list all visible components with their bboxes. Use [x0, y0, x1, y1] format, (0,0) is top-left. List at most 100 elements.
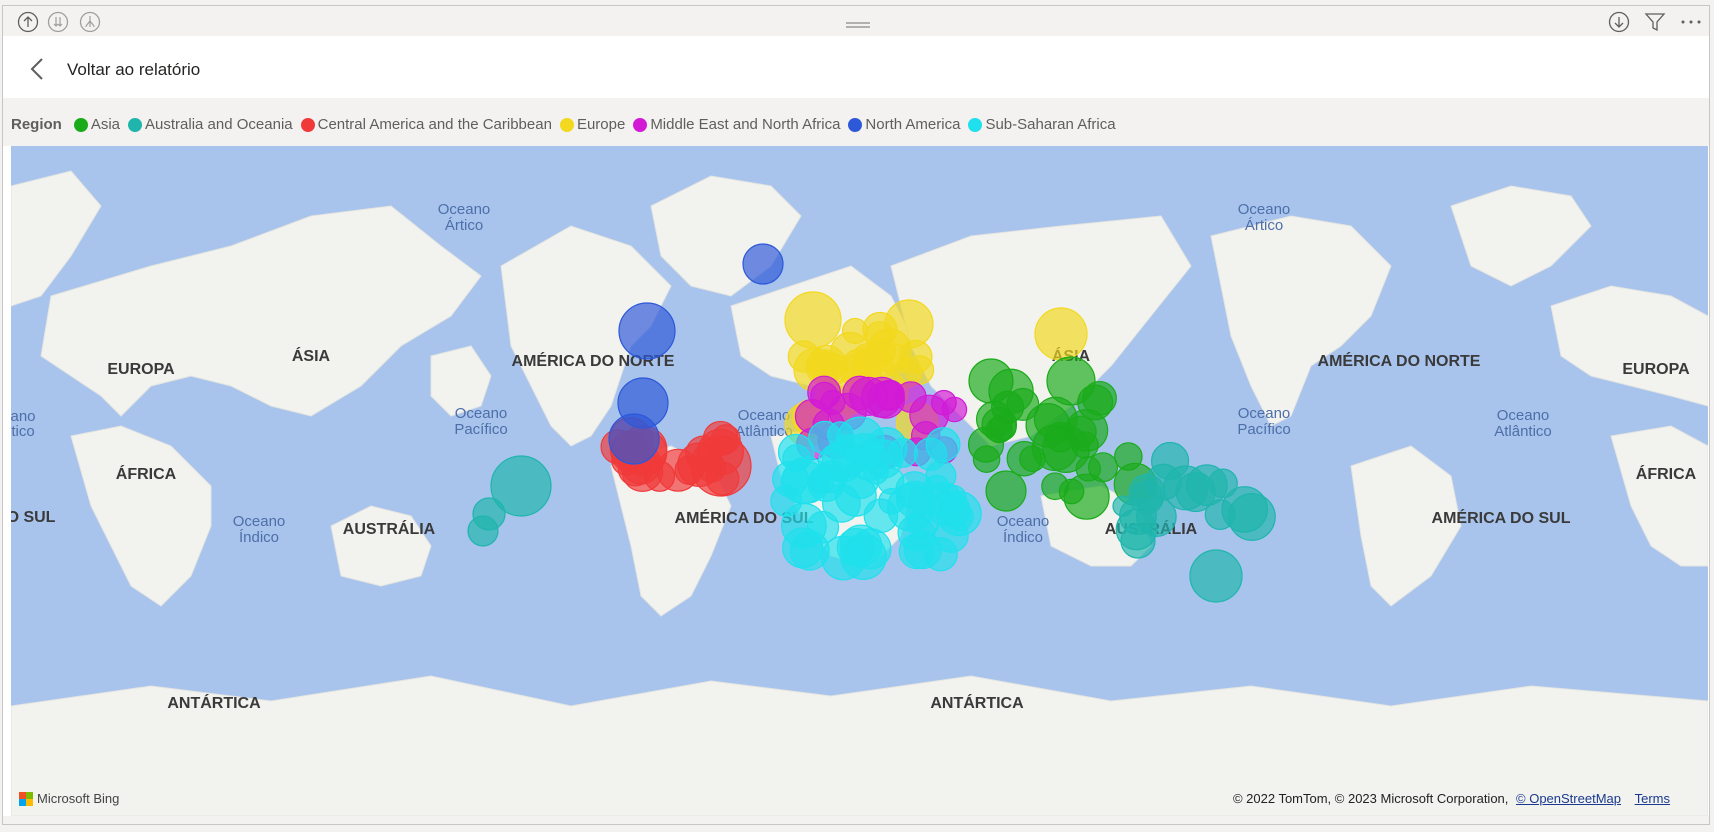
drill-up-icon[interactable]: [17, 11, 39, 33]
legend-item-sub-saharan[interactable]: Sub-Saharan Africa: [968, 116, 1116, 133]
drill-down-icon[interactable]: [1608, 11, 1630, 33]
data-bubble[interactable]: [841, 317, 869, 344]
data-bubble[interactable]: [989, 413, 1017, 441]
data-bubble[interactable]: [1185, 464, 1228, 507]
data-bubble[interactable]: [690, 435, 752, 497]
map-canvas[interactable]: Oceano Ártico Oceano Ártico EUROPA ÁSIA AMÉRIC…: [11, 146, 1708, 816]
map-label: Oceano Ártico: [438, 201, 491, 234]
map-label: ÁFRICA: [1636, 464, 1697, 483]
data-bubble[interactable]: [925, 427, 961, 463]
legend-label: Europe: [576, 116, 626, 133]
data-bubble[interactable]: [1087, 452, 1119, 483]
data-bubble[interactable]: [784, 291, 842, 349]
filter-icon[interactable]: [1644, 11, 1666, 33]
map-label: ANTÁRTICA: [930, 693, 1024, 712]
data-bubble[interactable]: [821, 535, 866, 581]
data-bubble[interactable]: [1115, 508, 1158, 551]
map-label: EUROPA: [1622, 361, 1690, 378]
data-bubble[interactable]: [925, 460, 957, 492]
data-bubble[interactable]: [1034, 307, 1088, 361]
map-label: AMÉRICA DO SUL: [1432, 508, 1571, 527]
openstreetmap-link[interactable]: © OpenStreetMap: [1516, 791, 1621, 806]
data-bubble[interactable]: [1041, 472, 1069, 501]
map-label: Oceano Atlântico: [735, 407, 793, 440]
next-level-icon[interactable]: [47, 11, 69, 33]
map-label: tico: [11, 423, 34, 440]
land-mass: [70, 425, 212, 607]
data-bubble[interactable]: [1189, 549, 1243, 603]
data-bubble[interactable]: [972, 445, 1001, 473]
legend-item-north-america[interactable]: North America: [848, 116, 960, 133]
back-to-report-link[interactable]: Voltar ao relatório: [67, 60, 200, 80]
map-label: AUSTRÁLIA: [343, 519, 436, 538]
data-bubble[interactable]: [1045, 421, 1076, 453]
data-bubble[interactable]: [1221, 486, 1268, 533]
legend-bar: Region Asia Australia and Oceania Centra…: [3, 98, 1709, 146]
back-to-report-bar: Voltar ao relatório: [3, 36, 1709, 98]
data-bubble[interactable]: [810, 381, 839, 410]
attribution-text: © 2022 TomTom, © 2023 Microsoft Corporat…: [1232, 791, 1509, 806]
map-label: EUROPA: [107, 361, 175, 378]
map-attribution: © 2022 TomTom, © 2023 Microsoft Corporat…: [1233, 791, 1670, 806]
legend-label: Australia and Oceania: [145, 116, 293, 133]
data-bubble[interactable]: [822, 483, 861, 523]
legend-item-middle-east[interactable]: Middle East and North Africa: [633, 116, 840, 133]
terms-link[interactable]: Terms: [1635, 791, 1670, 806]
land-mass: [330, 505, 432, 587]
expand-hierarchy-icon[interactable]: [79, 11, 101, 33]
data-bubble[interactable]: [867, 328, 912, 373]
data-bubble[interactable]: [1006, 440, 1043, 477]
map-label: O SUL: [11, 509, 56, 526]
land-mass: [1210, 215, 1392, 427]
legend: Region Asia Australia and Oceania Centra…: [11, 116, 1124, 133]
land-mass: [650, 175, 802, 297]
more-options-icon[interactable]: [1680, 11, 1702, 33]
visual-frame: Voltar ao relatório Region Asia Australi…: [2, 5, 1710, 825]
data-bubble[interactable]: [878, 488, 905, 515]
data-bubble[interactable]: [1082, 380, 1117, 416]
visual-header-bar: [3, 6, 1709, 36]
legend-label: Sub-Saharan Africa: [985, 116, 1116, 133]
land-mass: [1450, 185, 1592, 287]
map-label: Oceano Índico: [233, 513, 286, 546]
legend-dot-central-america: [300, 117, 315, 132]
legend-item-central-america[interactable]: Central America and the Caribbean: [300, 116, 552, 133]
legend-title: Region: [11, 116, 62, 133]
legend-item-europe[interactable]: Europe: [559, 116, 626, 133]
legend-label: Central America and the Caribbean: [317, 116, 552, 133]
data-bubble[interactable]: [817, 443, 856, 482]
bottom-strip: [3, 816, 1709, 824]
data-bubble[interactable]: [608, 413, 660, 465]
land-mass: [1610, 425, 1708, 567]
drag-grip-icon[interactable]: [845, 16, 871, 28]
legend-label: North America: [865, 116, 961, 133]
legend-item-australia-oceania[interactable]: Australia and Oceania: [128, 116, 293, 133]
bing-label: Microsoft Bing: [37, 791, 120, 806]
data-bubble[interactable]: [618, 302, 676, 360]
map-label: AMÉRICA DO NORTE: [1318, 351, 1481, 370]
map-label: ÁFRICA: [116, 464, 177, 483]
legend-dot-north-america: [848, 117, 863, 132]
map-label: Oceano Atlântico: [1494, 407, 1552, 440]
map-label: Oceano Ártico: [1238, 201, 1291, 234]
data-bubble[interactable]: [985, 470, 1027, 512]
legend-dot-europe: [559, 117, 574, 132]
data-bubble[interactable]: [467, 515, 499, 547]
land-mass: [40, 205, 482, 417]
legend-item-asia[interactable]: Asia: [73, 116, 120, 133]
bing-logo: Microsoft Bing: [19, 791, 119, 806]
data-bubble[interactable]: [863, 439, 904, 479]
back-arrow-icon[interactable]: [27, 56, 49, 82]
bubble-map[interactable]: Oceano Ártico Oceano Ártico EUROPA ÁSIA AMÉRIC…: [11, 146, 1708, 816]
legend-label: Middle East and North Africa: [650, 116, 841, 133]
data-bubble[interactable]: [898, 533, 935, 570]
map-label: ÁSIA: [292, 346, 331, 365]
microsoft-logo-icon: [19, 791, 33, 806]
data-bubble[interactable]: [742, 243, 784, 285]
map-label: Oceano Índico: [997, 513, 1050, 546]
data-bubble[interactable]: [1114, 442, 1143, 471]
map-label: ANTÁRTICA: [167, 693, 261, 712]
data-bubble[interactable]: [842, 375, 878, 411]
map-label: Oceano Pacífico: [454, 405, 507, 438]
legend-dot-asia: [73, 117, 88, 132]
